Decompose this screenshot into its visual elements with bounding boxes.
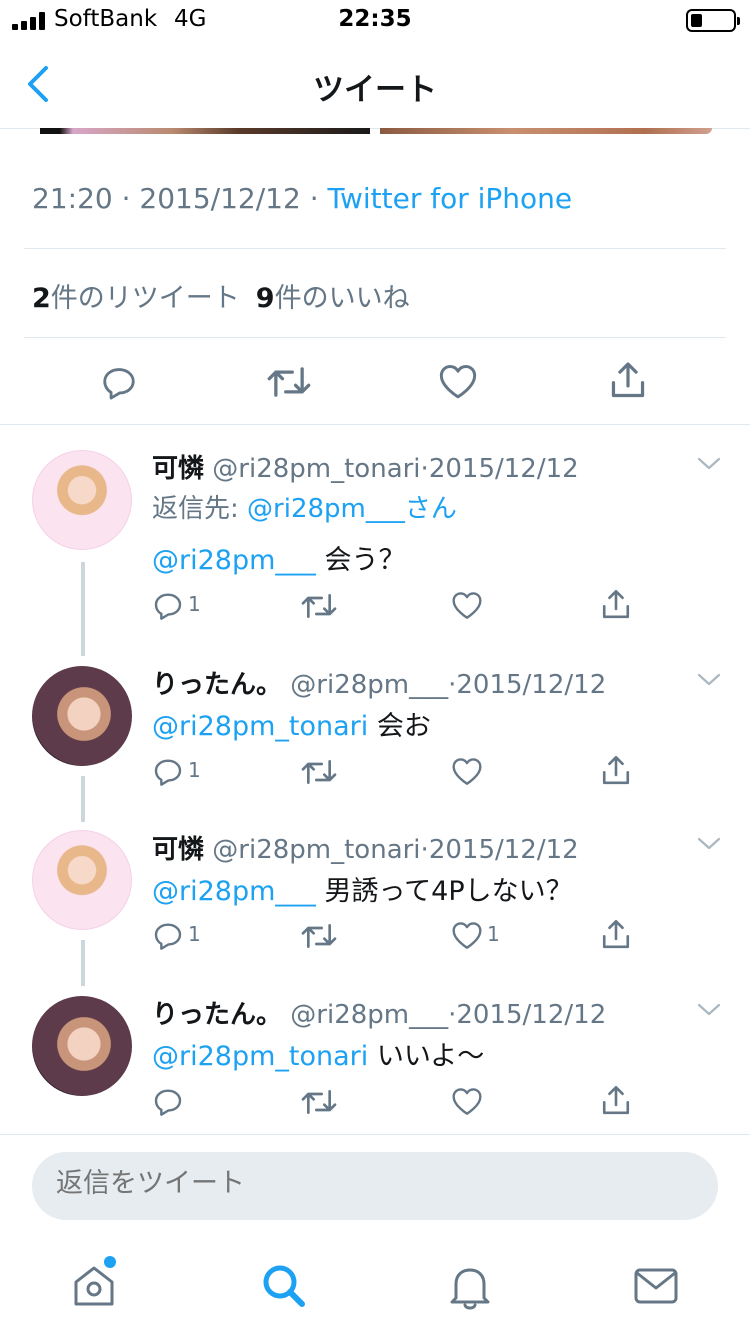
reply-icon[interactable]	[152, 756, 184, 788]
like-icon[interactable]	[451, 590, 483, 620]
share-icon[interactable]	[600, 1084, 632, 1118]
replying-to-link[interactable]: @ri28pm___	[247, 494, 405, 524]
avatar[interactable]	[32, 450, 132, 550]
reply-text: @ri28pm_tonari いいよ〜	[152, 1041, 485, 1072]
reply-count: 1	[188, 592, 201, 616]
avatar[interactable]	[32, 666, 132, 766]
user-handle[interactable]: @ri28pm___	[290, 670, 448, 700]
divider	[24, 337, 726, 338]
divider	[0, 1134, 750, 1135]
reply-count: 1	[188, 758, 201, 782]
retweet-icon[interactable]	[300, 590, 338, 622]
reply-date: 2015/12/12	[428, 454, 579, 484]
retweet-icon[interactable]	[266, 362, 312, 402]
reply-date: 2015/12/12	[428, 835, 579, 865]
notification-dot	[104, 1256, 116, 1268]
like-count-link[interactable]: 9件のいいね	[256, 283, 410, 314]
divider	[24, 248, 726, 249]
avatar[interactable]	[32, 830, 132, 930]
user-name[interactable]: 可憐	[152, 835, 204, 865]
mention-link[interactable]: @ri28pm___	[152, 545, 316, 576]
tweet-meta: 21:20 · 2015/12/12 · Twitter for iPhone	[32, 182, 573, 215]
user-name[interactable]: りったん。	[152, 670, 282, 700]
media-image-2[interactable]	[380, 128, 712, 134]
chevron-down-icon[interactable]	[696, 836, 722, 852]
like-icon[interactable]	[451, 756, 483, 786]
retweet-count-link[interactable]: 2件のリツイート	[32, 283, 240, 314]
like-count: 1	[487, 922, 500, 946]
reply-header: りったん。 @ri28pm___·2015/12/12	[152, 1000, 607, 1030]
user-name[interactable]: りったん。	[152, 1000, 282, 1030]
tweet-counts: 2件のリツイート 9件のいいね	[32, 276, 410, 315]
bell-icon[interactable]	[442, 1258, 498, 1314]
reply-text: @ri28pm___ 男誘って4Pしない？	[152, 876, 573, 907]
share-icon[interactable]	[600, 588, 632, 622]
replying-to: 返信先: @ri28pm___さん	[152, 494, 457, 524]
media-image-1[interactable]	[40, 128, 370, 134]
retweet-icon[interactable]	[300, 1086, 338, 1118]
chevron-down-icon[interactable]	[696, 1002, 722, 1018]
chevron-down-icon[interactable]	[696, 456, 722, 472]
tweet-date: 2015/12/12	[139, 182, 301, 215]
mention-link[interactable]: @ri28pm_tonari	[152, 1041, 368, 1072]
reply-icon[interactable]	[152, 1086, 184, 1118]
tweet-time: 21:20	[32, 182, 113, 215]
like-icon[interactable]	[451, 920, 483, 950]
avatar[interactable]	[32, 996, 132, 1096]
user-handle[interactable]: @ri28pm_tonari	[212, 454, 420, 484]
reply-text: @ri28pm_tonari 会お	[152, 711, 431, 742]
thread-line	[81, 776, 85, 822]
user-name[interactable]: 可憐	[152, 454, 204, 484]
media-strip[interactable]	[0, 128, 750, 134]
like-icon[interactable]	[451, 1086, 483, 1116]
tweet-client-link[interactable]: Twitter for iPhone	[328, 182, 573, 215]
reply-header: りったん。 @ri28pm___·2015/12/12	[152, 670, 607, 700]
thread-line	[81, 562, 85, 656]
mail-icon[interactable]	[628, 1258, 684, 1314]
reply-date: 2015/12/12	[456, 1000, 607, 1030]
reply-icon[interactable]	[100, 364, 138, 402]
reply-count: 1	[188, 922, 201, 946]
status-bar: SoftBank 4G 22:35	[0, 0, 750, 40]
thread-line	[81, 940, 85, 986]
like-icon[interactable]	[438, 362, 478, 400]
search-icon[interactable]	[256, 1258, 312, 1314]
mention-link[interactable]: @ri28pm_tonari	[152, 711, 368, 742]
chevron-down-icon[interactable]	[696, 672, 722, 688]
reply-composer[interactable]	[32, 1152, 718, 1220]
retweet-icon[interactable]	[300, 756, 338, 788]
user-handle[interactable]: @ri28pm_tonari	[212, 835, 420, 865]
retweet-icon[interactable]	[300, 920, 338, 952]
user-handle[interactable]: @ri28pm___	[290, 1000, 448, 1030]
share-icon[interactable]	[600, 754, 632, 788]
status-time: 22:35	[338, 6, 412, 32]
reply-header: 可憐 @ri28pm_tonari·2015/12/12	[152, 454, 579, 484]
share-icon[interactable]	[600, 918, 632, 952]
battery-icon	[686, 9, 740, 32]
mention-link[interactable]: @ri28pm___	[152, 876, 316, 907]
page-title: ツイート	[313, 72, 437, 108]
reply-input[interactable]	[56, 1168, 656, 1199]
reply-icon[interactable]	[152, 590, 184, 622]
reply-header: 可憐 @ri28pm_tonari·2015/12/12	[152, 835, 579, 865]
reply-icon[interactable]	[152, 920, 184, 952]
reply-date: 2015/12/12	[456, 670, 607, 700]
divider	[0, 424, 750, 425]
reply-text: @ri28pm___ 会う？	[152, 545, 406, 576]
share-icon[interactable]	[608, 360, 648, 402]
nav-bar: ツイート	[0, 40, 750, 128]
